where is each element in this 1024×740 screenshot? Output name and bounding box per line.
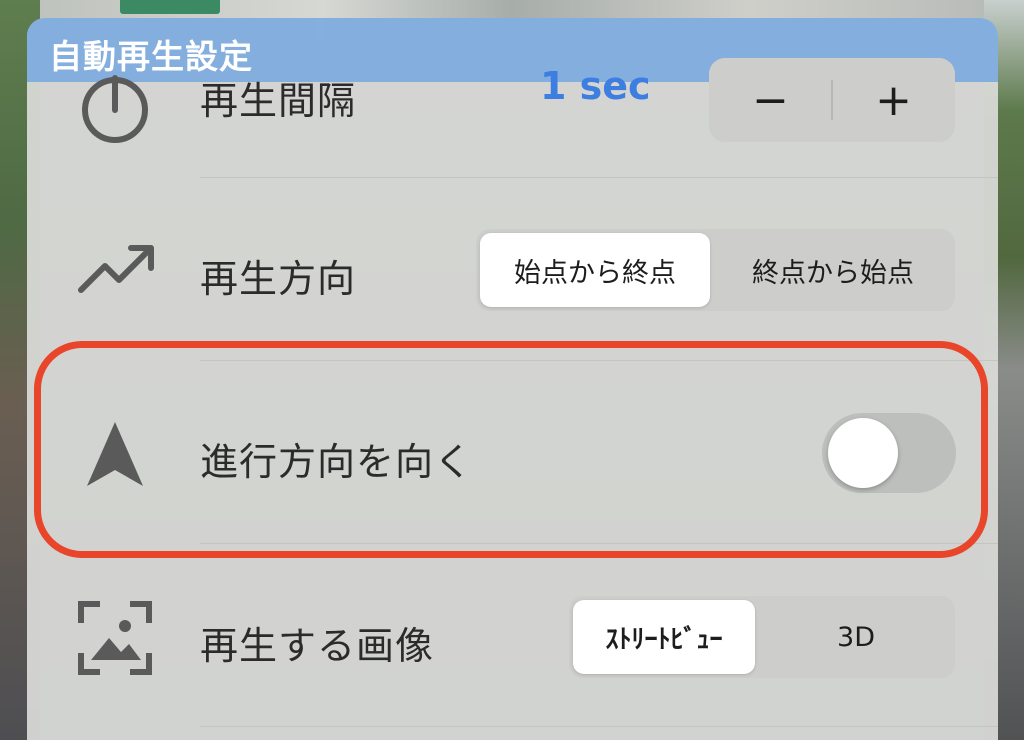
image-option-3d[interactable]: 3D [761,600,951,674]
heading-toggle[interactable] [822,413,956,493]
row-divider [200,360,998,361]
panel-title: 自動再生設定 [49,37,253,76]
image-option-streetview[interactable]: ｽﾄﾘｰﾄﾋﾞｭｰ [573,600,755,674]
direction-label: 再生方向 [200,257,357,301]
trend-arrow-icon [78,245,154,293]
direction-option-end-to-start[interactable]: 終点から始点 [715,233,951,307]
interval-label: 再生間隔 [200,79,357,123]
toggle-knob [828,418,898,488]
navigation-arrow-icon [87,422,143,486]
row-divider [200,726,998,727]
direction-option-start-to-end[interactable]: 始点から終点 [480,233,710,307]
row-divider [200,177,998,178]
row-divider [200,543,998,544]
interval-value: 1 sec [540,64,651,108]
image-frame-icon [78,601,152,675]
image-segmented-control: ｽﾄﾘｰﾄﾋﾞｭｰ 3D [569,596,955,678]
heading-label: 進行方向を向く [200,440,474,484]
background-street-sign [120,0,220,14]
decrement-button[interactable]: − [709,58,832,142]
image-label: 再生する画像 [200,624,435,668]
autoplay-settings-panel: 自動再生設定 再生間隔 1 sec − + 再生方向 始点から終点 終点から始点… [27,18,998,740]
direction-segmented-control: 始点から終点 終点から始点 [476,229,955,311]
power-icon [82,75,148,143]
interval-stepper: − + [709,58,955,142]
increment-button[interactable]: + [832,58,955,142]
